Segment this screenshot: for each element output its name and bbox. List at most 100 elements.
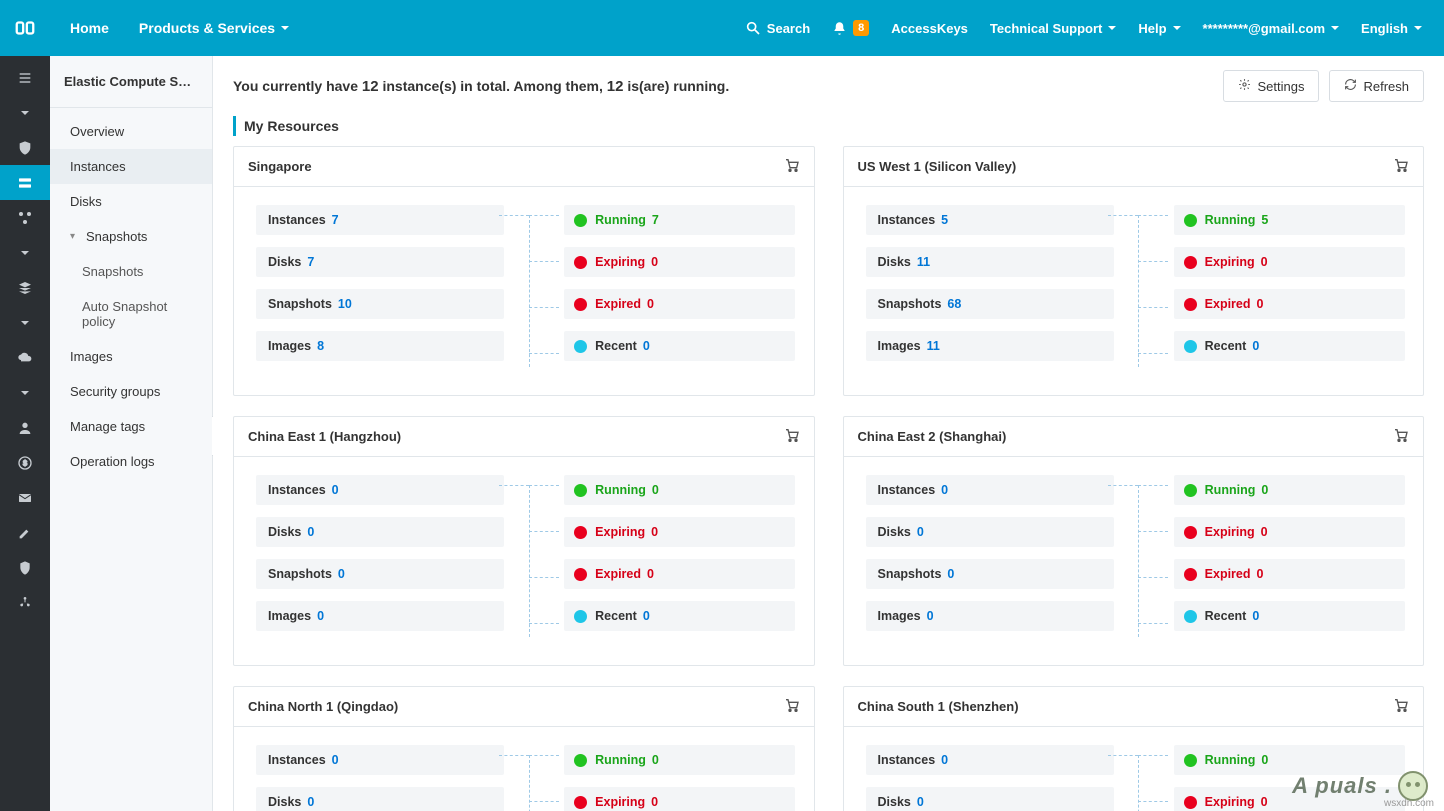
resource-pill[interactable]: Images 0 [866, 601, 1114, 631]
settings-button[interactable]: Settings [1223, 70, 1319, 102]
sidebar-item[interactable]: Auto Snapshot policy [50, 289, 212, 339]
nav-user[interactable]: *********@gmail.com [1203, 21, 1340, 36]
status-pill[interactable]: Recent 0 [1174, 331, 1405, 361]
resource-pill[interactable]: Disks 0 [866, 517, 1114, 547]
resource-pill[interactable]: Disks 11 [866, 247, 1114, 277]
resource-value: 10 [338, 297, 352, 311]
resource-pill[interactable]: Instances 7 [256, 205, 504, 235]
status-pill[interactable]: Expired 0 [1174, 559, 1405, 589]
refresh-button[interactable]: Refresh [1329, 70, 1424, 102]
sidebar-item[interactable]: ▾Snapshots [50, 219, 212, 254]
status-value: 0 [647, 297, 654, 311]
notifications[interactable]: 8 [832, 20, 869, 36]
region-body: Instances 0 Disks 0 Snapshots 0 Images 0 Run… [234, 457, 814, 665]
resource-pill[interactable]: Images 11 [866, 331, 1114, 361]
caret-down-icon [1331, 26, 1339, 30]
resource-pill[interactable]: Images 0 [256, 601, 504, 631]
region-body: Instances 0Disks 0Snapshots 0Images 0Run… [234, 727, 814, 811]
resource-pill[interactable]: Disks 0 [866, 787, 1114, 811]
rail-user-icon[interactable] [0, 410, 50, 445]
rail-ecs-icon[interactable] [0, 165, 50, 200]
rail-expand-icon[interactable] [0, 375, 50, 410]
nav-products-label: Products & Services [139, 20, 275, 36]
status-pill[interactable]: Expiring 0 [1174, 517, 1405, 547]
cart-icon[interactable] [784, 697, 800, 716]
sidebar-item[interactable]: Disks [50, 184, 212, 219]
sidebar-item[interactable]: Snapshots [50, 254, 212, 289]
rail-cloud-icon[interactable] [0, 340, 50, 375]
rail-expand-icon[interactable] [0, 95, 50, 130]
brand-logo[interactable] [0, 0, 50, 56]
status-pill[interactable]: Expiring 0 [1174, 247, 1405, 277]
status-dot-icon [1184, 484, 1197, 497]
nav-language-label: English [1361, 21, 1408, 36]
resource-pill[interactable]: Snapshots 68 [866, 289, 1114, 319]
status-pill[interactable]: Expired 0 [564, 289, 795, 319]
resource-pill[interactable]: Images 8 [256, 331, 504, 361]
status-pill[interactable]: Expired 0 [1174, 289, 1405, 319]
resource-pill[interactable]: Disks 0 [256, 787, 504, 811]
sidebar-item[interactable]: Security groups [50, 374, 212, 409]
rail-billing-icon[interactable]: $ [0, 445, 50, 480]
caret-down-icon [1173, 26, 1181, 30]
resource-pill[interactable]: Disks 7 [256, 247, 504, 277]
status-pill[interactable]: Running 5 [1174, 205, 1405, 235]
search-button[interactable]: Search [745, 20, 810, 36]
sidebar-item[interactable]: Overview [50, 114, 212, 149]
rail-menu-icon[interactable] [0, 60, 50, 95]
rail-edit-icon[interactable] [0, 515, 50, 550]
cart-icon[interactable] [784, 427, 800, 446]
cart-icon[interactable] [1393, 427, 1409, 446]
sidebar-item[interactable]: Instances [50, 149, 212, 184]
resource-pill[interactable]: Instances 0 [256, 475, 504, 505]
rail-mail-icon[interactable] [0, 480, 50, 515]
status-pill[interactable]: Running 0 [564, 475, 795, 505]
status-value: 0 [1261, 753, 1268, 767]
resource-value: 8 [317, 339, 324, 353]
sidebar-item[interactable]: Operation logs [50, 444, 212, 479]
cart-icon[interactable] [784, 157, 800, 176]
status-pill[interactable]: Running 0 [1174, 475, 1405, 505]
status-pill[interactable]: Expiring 0 [564, 247, 795, 277]
nav-products[interactable]: Products & Services [139, 20, 289, 36]
status-value: 0 [1261, 795, 1268, 809]
nav-language[interactable]: English [1361, 21, 1422, 36]
status-pill[interactable]: Recent 0 [564, 601, 795, 631]
rail-more-icon[interactable] [0, 585, 50, 620]
nav-accesskeys[interactable]: AccessKeys [891, 21, 968, 36]
resource-pill[interactable]: Instances 5 [866, 205, 1114, 235]
rail-security-icon[interactable] [0, 550, 50, 585]
status-pill[interactable]: Expiring 0 [564, 787, 795, 811]
status-pill[interactable]: Running 7 [564, 205, 795, 235]
nav-help[interactable]: Help [1138, 21, 1180, 36]
status-pill[interactable]: Recent 0 [1174, 601, 1405, 631]
cart-icon[interactable] [1393, 157, 1409, 176]
resource-pill[interactable]: Instances 0 [256, 745, 504, 775]
resource-pill[interactable]: Snapshots 0 [866, 559, 1114, 589]
status-pill[interactable]: Recent 0 [564, 331, 795, 361]
status-pill[interactable]: Running 0 [564, 745, 795, 775]
rail-storage-icon[interactable] [0, 270, 50, 305]
cart-icon[interactable] [1393, 697, 1409, 716]
status-dot-icon [574, 610, 587, 623]
resource-pill[interactable]: Snapshots 10 [256, 289, 504, 319]
sidebar-title: Elastic Compute Serv... [50, 56, 212, 108]
resource-label: Disks [878, 525, 911, 539]
status-pill[interactable]: Expiring 0 [564, 517, 795, 547]
status-dot-icon [1184, 298, 1197, 311]
resource-pill[interactable]: Disks 0 [256, 517, 504, 547]
nav-tech-support[interactable]: Technical Support [990, 21, 1116, 36]
resource-label: Disks [268, 255, 301, 269]
nav-home[interactable]: Home [70, 20, 109, 36]
sidebar-item[interactable]: Images [50, 339, 212, 374]
resource-pill[interactable]: Snapshots 0 [256, 559, 504, 589]
rail-expand-icon[interactable] [0, 305, 50, 340]
status-pill[interactable]: Expired 0 [564, 559, 795, 589]
resource-pill[interactable]: Instances 0 [866, 745, 1114, 775]
resource-pill[interactable]: Instances 0 [866, 475, 1114, 505]
sidebar-item[interactable]: Manage tags [50, 409, 212, 444]
rail-shield-icon[interactable] [0, 130, 50, 165]
status-value: 0 [1252, 609, 1259, 623]
rail-expand-icon[interactable] [0, 235, 50, 270]
rail-network-icon[interactable] [0, 200, 50, 235]
